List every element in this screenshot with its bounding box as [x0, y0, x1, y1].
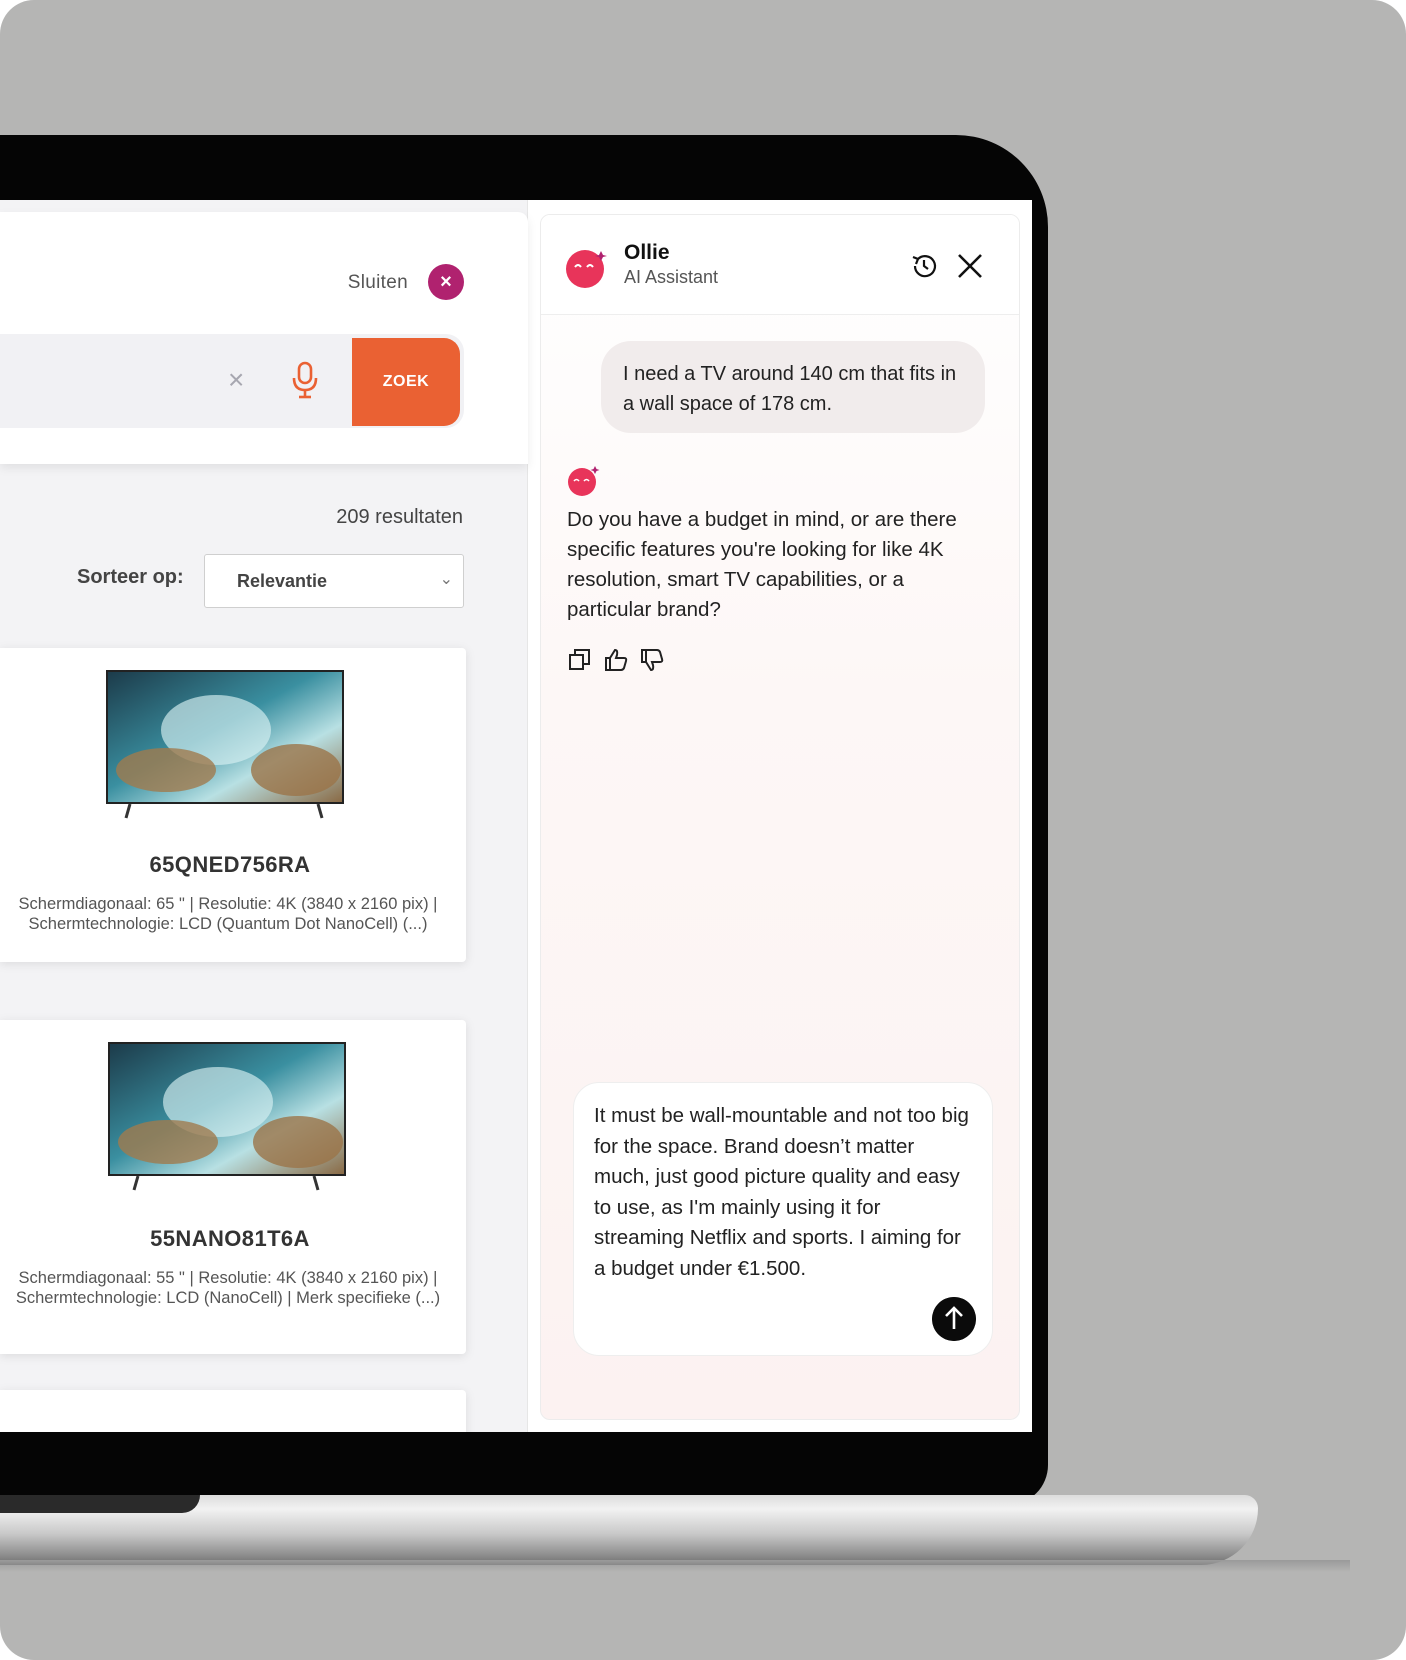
store-header: Sluiten × × ZOEK: [0, 212, 528, 464]
thumbs-down-icon[interactable]: [639, 647, 665, 673]
product-name[interactable]: 55NANO81T6A: [0, 1226, 460, 1252]
assistant-message: Do you have a budget in mind, or are the…: [567, 508, 957, 621]
product-card[interactable]: [0, 1390, 466, 1432]
assistant-avatar: [568, 466, 600, 496]
chat-header: Ollie AI Assistant: [541, 215, 1019, 315]
thumbs-up-icon[interactable]: [603, 647, 629, 673]
product-image: [106, 670, 344, 819]
product-image: [108, 1042, 346, 1191]
close-icon[interactable]: [955, 251, 985, 281]
message-input[interactable]: It must be wall-mountable and not too bi…: [573, 1082, 993, 1356]
message-input-text[interactable]: It must be wall-mountable and not too bi…: [594, 1101, 974, 1284]
assistant-role: AI Assistant: [624, 267, 719, 287]
copy-icon[interactable]: [567, 647, 593, 673]
product-card[interactable]: 65QNED756RA Schermdiagonaal: 65 " | Reso…: [0, 648, 466, 962]
history-icon[interactable]: [909, 251, 939, 281]
laptop-hinge: [0, 1495, 200, 1513]
search-button[interactable]: ZOEK: [352, 338, 460, 426]
close-icon: ×: [440, 271, 452, 293]
send-button[interactable]: [932, 1297, 976, 1341]
laptop-shadow: [0, 1560, 1350, 1572]
chevron-down-icon: ⌄: [439, 571, 453, 588]
product-description: Schermdiagonaal: 65 " | Resolutie: 4K (3…: [18, 895, 438, 933]
assistant-name: Ollie: [624, 241, 670, 264]
results-count: 209 resultaten: [336, 506, 463, 528]
chat-panel: Ollie AI Assistant I need a TV around 14…: [540, 214, 1020, 1420]
search-input[interactable]: × ZOEK: [0, 334, 464, 428]
laptop-screen: Sluiten × × ZOEK 209 resultaten Sorteer: [0, 200, 1032, 1432]
user-message: I need a TV around 140 cm that fits in a…: [601, 341, 985, 433]
microphone-icon[interactable]: [290, 360, 320, 400]
sort-select[interactable]: Relevantie ⌄: [204, 554, 464, 608]
store-panel: Sluiten × × ZOEK 209 resultaten Sorteer: [0, 200, 528, 1432]
product-card[interactable]: 55NANO81T6A Schermdiagonaal: 55 " | Reso…: [0, 1020, 466, 1354]
product-name[interactable]: 65QNED756RA: [0, 852, 460, 878]
backdrop: Sluiten × × ZOEK 209 resultaten Sorteer: [0, 0, 1406, 1660]
clear-icon[interactable]: ×: [228, 364, 244, 396]
close-button[interactable]: ×: [428, 264, 464, 300]
close-label[interactable]: Sluiten: [348, 272, 408, 294]
product-description: Schermdiagonaal: 55 " | Resolutie: 4K (3…: [15, 1269, 441, 1307]
sort-label: Sorteer op:: [77, 566, 184, 588]
assistant-avatar: [566, 250, 607, 288]
sort-value: Relevantie: [237, 571, 328, 591]
